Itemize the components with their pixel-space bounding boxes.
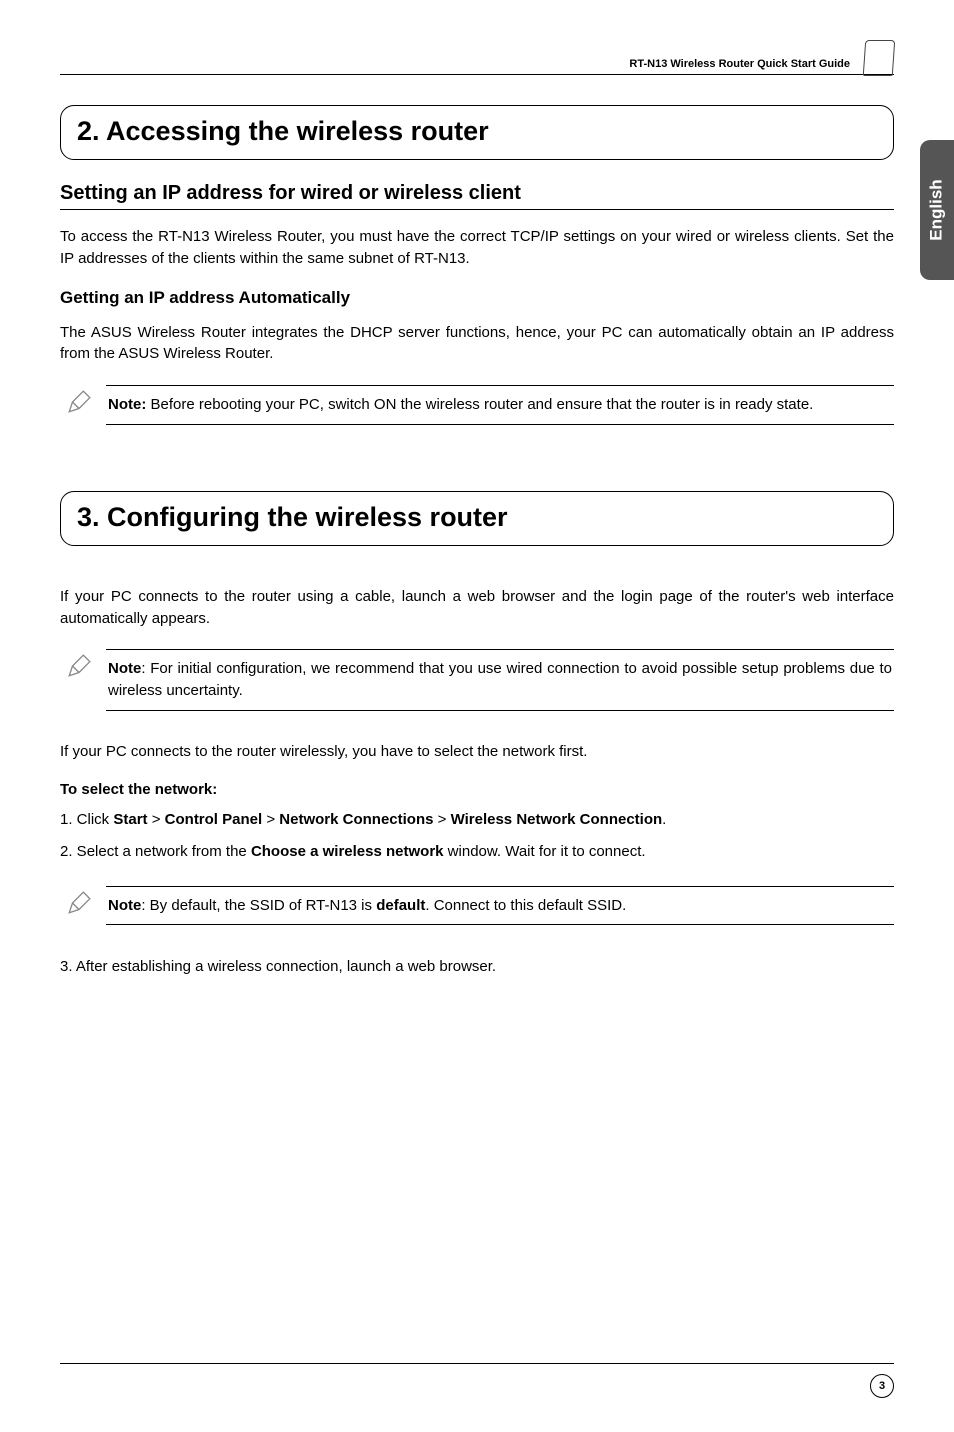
pencil-icon: [66, 389, 94, 415]
section-2-subheading: Setting an IP address for wired or wirel…: [60, 182, 894, 210]
step1-sep1: >: [148, 811, 165, 828]
section-3-wireless-intro: If your PC connects to the router wirele…: [60, 741, 894, 763]
step2-num: 2.: [60, 843, 73, 860]
note-b1: default: [376, 897, 425, 914]
section-2-subsub: Getting an IP address Automatically: [60, 288, 894, 308]
language-side-tab: English: [920, 140, 954, 280]
step2-prefix: Select a network from the: [73, 843, 251, 860]
step2-suffix: window. Wait for it to connect.: [444, 843, 646, 860]
section-3-list-label: To select the network:: [60, 781, 894, 798]
section-3-title: 3. Configuring the wireless router: [77, 502, 877, 533]
section-3-intro: If your PC connects to the router using …: [60, 586, 894, 630]
section-3-step1: 1. Click Start > Control Panel > Network…: [60, 808, 894, 832]
note-label: Note:: [108, 396, 146, 413]
section-3-note1: Note: For initial configuration, we reco…: [60, 649, 894, 711]
step1-p4: Wireless Network Connection: [451, 811, 663, 828]
section-3-title-box: 3. Configuring the wireless router: [60, 491, 894, 546]
note-text2: . Connect to this default SSID.: [425, 897, 626, 914]
section-3-note2: Note: By default, the SSID of RT-N13 is …: [60, 886, 894, 926]
page-footer: 3: [60, 1363, 894, 1398]
section-3-note2-content: Note: By default, the SSID of RT-N13 is …: [106, 886, 894, 926]
step1-prefix: Click: [73, 811, 114, 828]
note-label: Note: [108, 897, 141, 914]
step1-suffix: .: [662, 811, 666, 828]
step1-p1: Start: [113, 811, 147, 828]
section-2-title-box: 2. Accessing the wireless router: [60, 105, 894, 160]
step3-text: After establishing a wireless connection…: [73, 958, 497, 975]
note-text: Before rebooting your PC, switch ON the …: [146, 396, 813, 413]
step3-num: 3.: [60, 958, 73, 975]
language-label: English: [927, 179, 947, 240]
step1-p2: Control Panel: [165, 811, 263, 828]
section-3-note1-content: Note: For initial configuration, we reco…: [106, 649, 894, 711]
pencil-icon: [66, 890, 94, 916]
step2-bold: Choose a wireless network: [251, 843, 444, 860]
note-text: : For initial configuration, we recommen…: [108, 660, 892, 699]
note-text1: : By default, the SSID of RT-N13 is: [141, 897, 376, 914]
pencil-icon: [66, 653, 94, 679]
step1-sep3: >: [433, 811, 450, 828]
step1-p3: Network Connections: [279, 811, 433, 828]
note-label: Note: [108, 660, 141, 677]
section-3-step3: 3. After establishing a wireless connect…: [60, 955, 894, 979]
router-icon: [863, 40, 896, 76]
section-2-note-content: Note: Before rebooting your PC, switch O…: [106, 385, 894, 425]
section-2-intro: To access the RT-N13 Wireless Router, yo…: [60, 226, 894, 270]
section-2-body2: The ASUS Wireless Router integrates the …: [60, 322, 894, 366]
header-title: RT-N13 Wireless Router Quick Start Guide: [629, 58, 850, 70]
section-3-step2: 2. Select a network from the Choose a wi…: [60, 840, 894, 864]
section-2-title: 2. Accessing the wireless router: [77, 116, 877, 147]
section-2-note: Note: Before rebooting your PC, switch O…: [60, 385, 894, 425]
step1-num: 1.: [60, 811, 73, 828]
step1-sep2: >: [262, 811, 279, 828]
page-number: 3: [870, 1374, 894, 1398]
page-header: RT-N13 Wireless Router Quick Start Guide: [60, 40, 894, 75]
